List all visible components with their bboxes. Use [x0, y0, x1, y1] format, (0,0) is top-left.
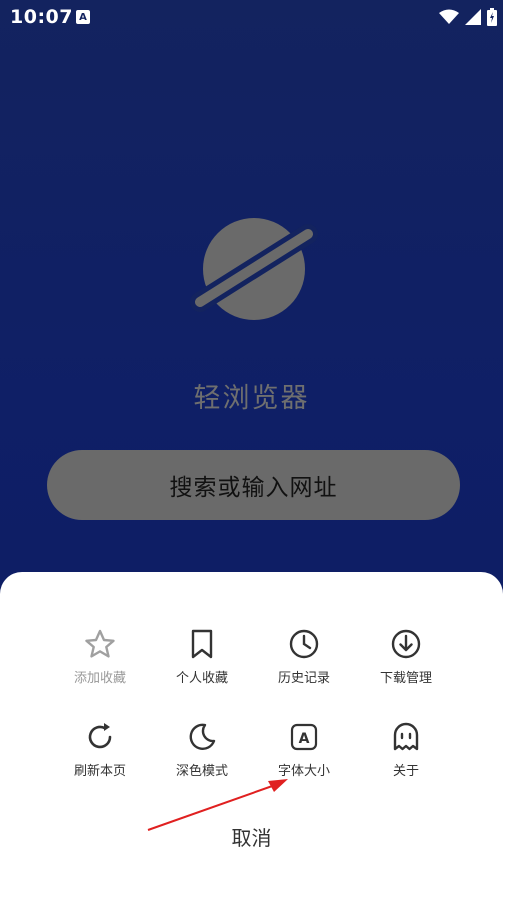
menu-item-history[interactable]: 历史记录: [254, 627, 354, 707]
browser-home-screen: 10:07 A 轻浏览器 搜索或输入网址 添加收藏 个人收藏 历史记录 下载管理…: [0, 0, 503, 901]
signal-icon: [465, 9, 481, 25]
app-logo: [190, 214, 318, 324]
refresh-icon: [88, 723, 112, 749]
planet-logo-icon: [190, 218, 318, 320]
notification-icon: A: [76, 10, 90, 24]
menu-item-label: 添加收藏: [73, 671, 126, 686]
menu-item-label: 关于: [392, 764, 419, 779]
font-size-glyph: A: [299, 731, 310, 747]
app-name: 轻浏览器: [193, 383, 310, 414]
ghost-icon: [393, 722, 419, 751]
download-icon: [391, 629, 421, 659]
font-size-icon: A: [290, 723, 318, 751]
battery-icon: [487, 8, 497, 26]
bookmark-icon: [191, 629, 213, 659]
menu-item-label: 刷新本页: [73, 764, 126, 779]
menu-item-add-favorite[interactable]: 添加收藏: [50, 627, 150, 707]
menu-item-downloads[interactable]: 下载管理: [356, 627, 456, 707]
annotation-arrow-icon: [147, 779, 288, 831]
menu-item-label: 个人收藏: [175, 671, 228, 686]
menu-item-refresh[interactable]: 刷新本页: [50, 720, 150, 800]
moon-icon: [189, 723, 216, 750]
menu-item-label: 历史记录: [277, 671, 330, 686]
search-input[interactable]: 搜索或输入网址: [47, 450, 460, 520]
menu-item-about[interactable]: 关于: [356, 720, 456, 800]
search-label: 搜索或输入网址: [169, 475, 338, 501]
wifi-icon: [439, 9, 459, 24]
status-time: 10:07: [10, 6, 73, 28]
status-bar: 10:07 A: [0, 0, 503, 36]
menu-item-my-favorites[interactable]: 个人收藏: [152, 627, 252, 707]
star-icon: [85, 629, 115, 658]
clock-icon: [289, 629, 319, 659]
menu-item-label: 下载管理: [379, 671, 432, 686]
screen-edge: [503, 0, 507, 901]
status-icons: [439, 8, 497, 26]
